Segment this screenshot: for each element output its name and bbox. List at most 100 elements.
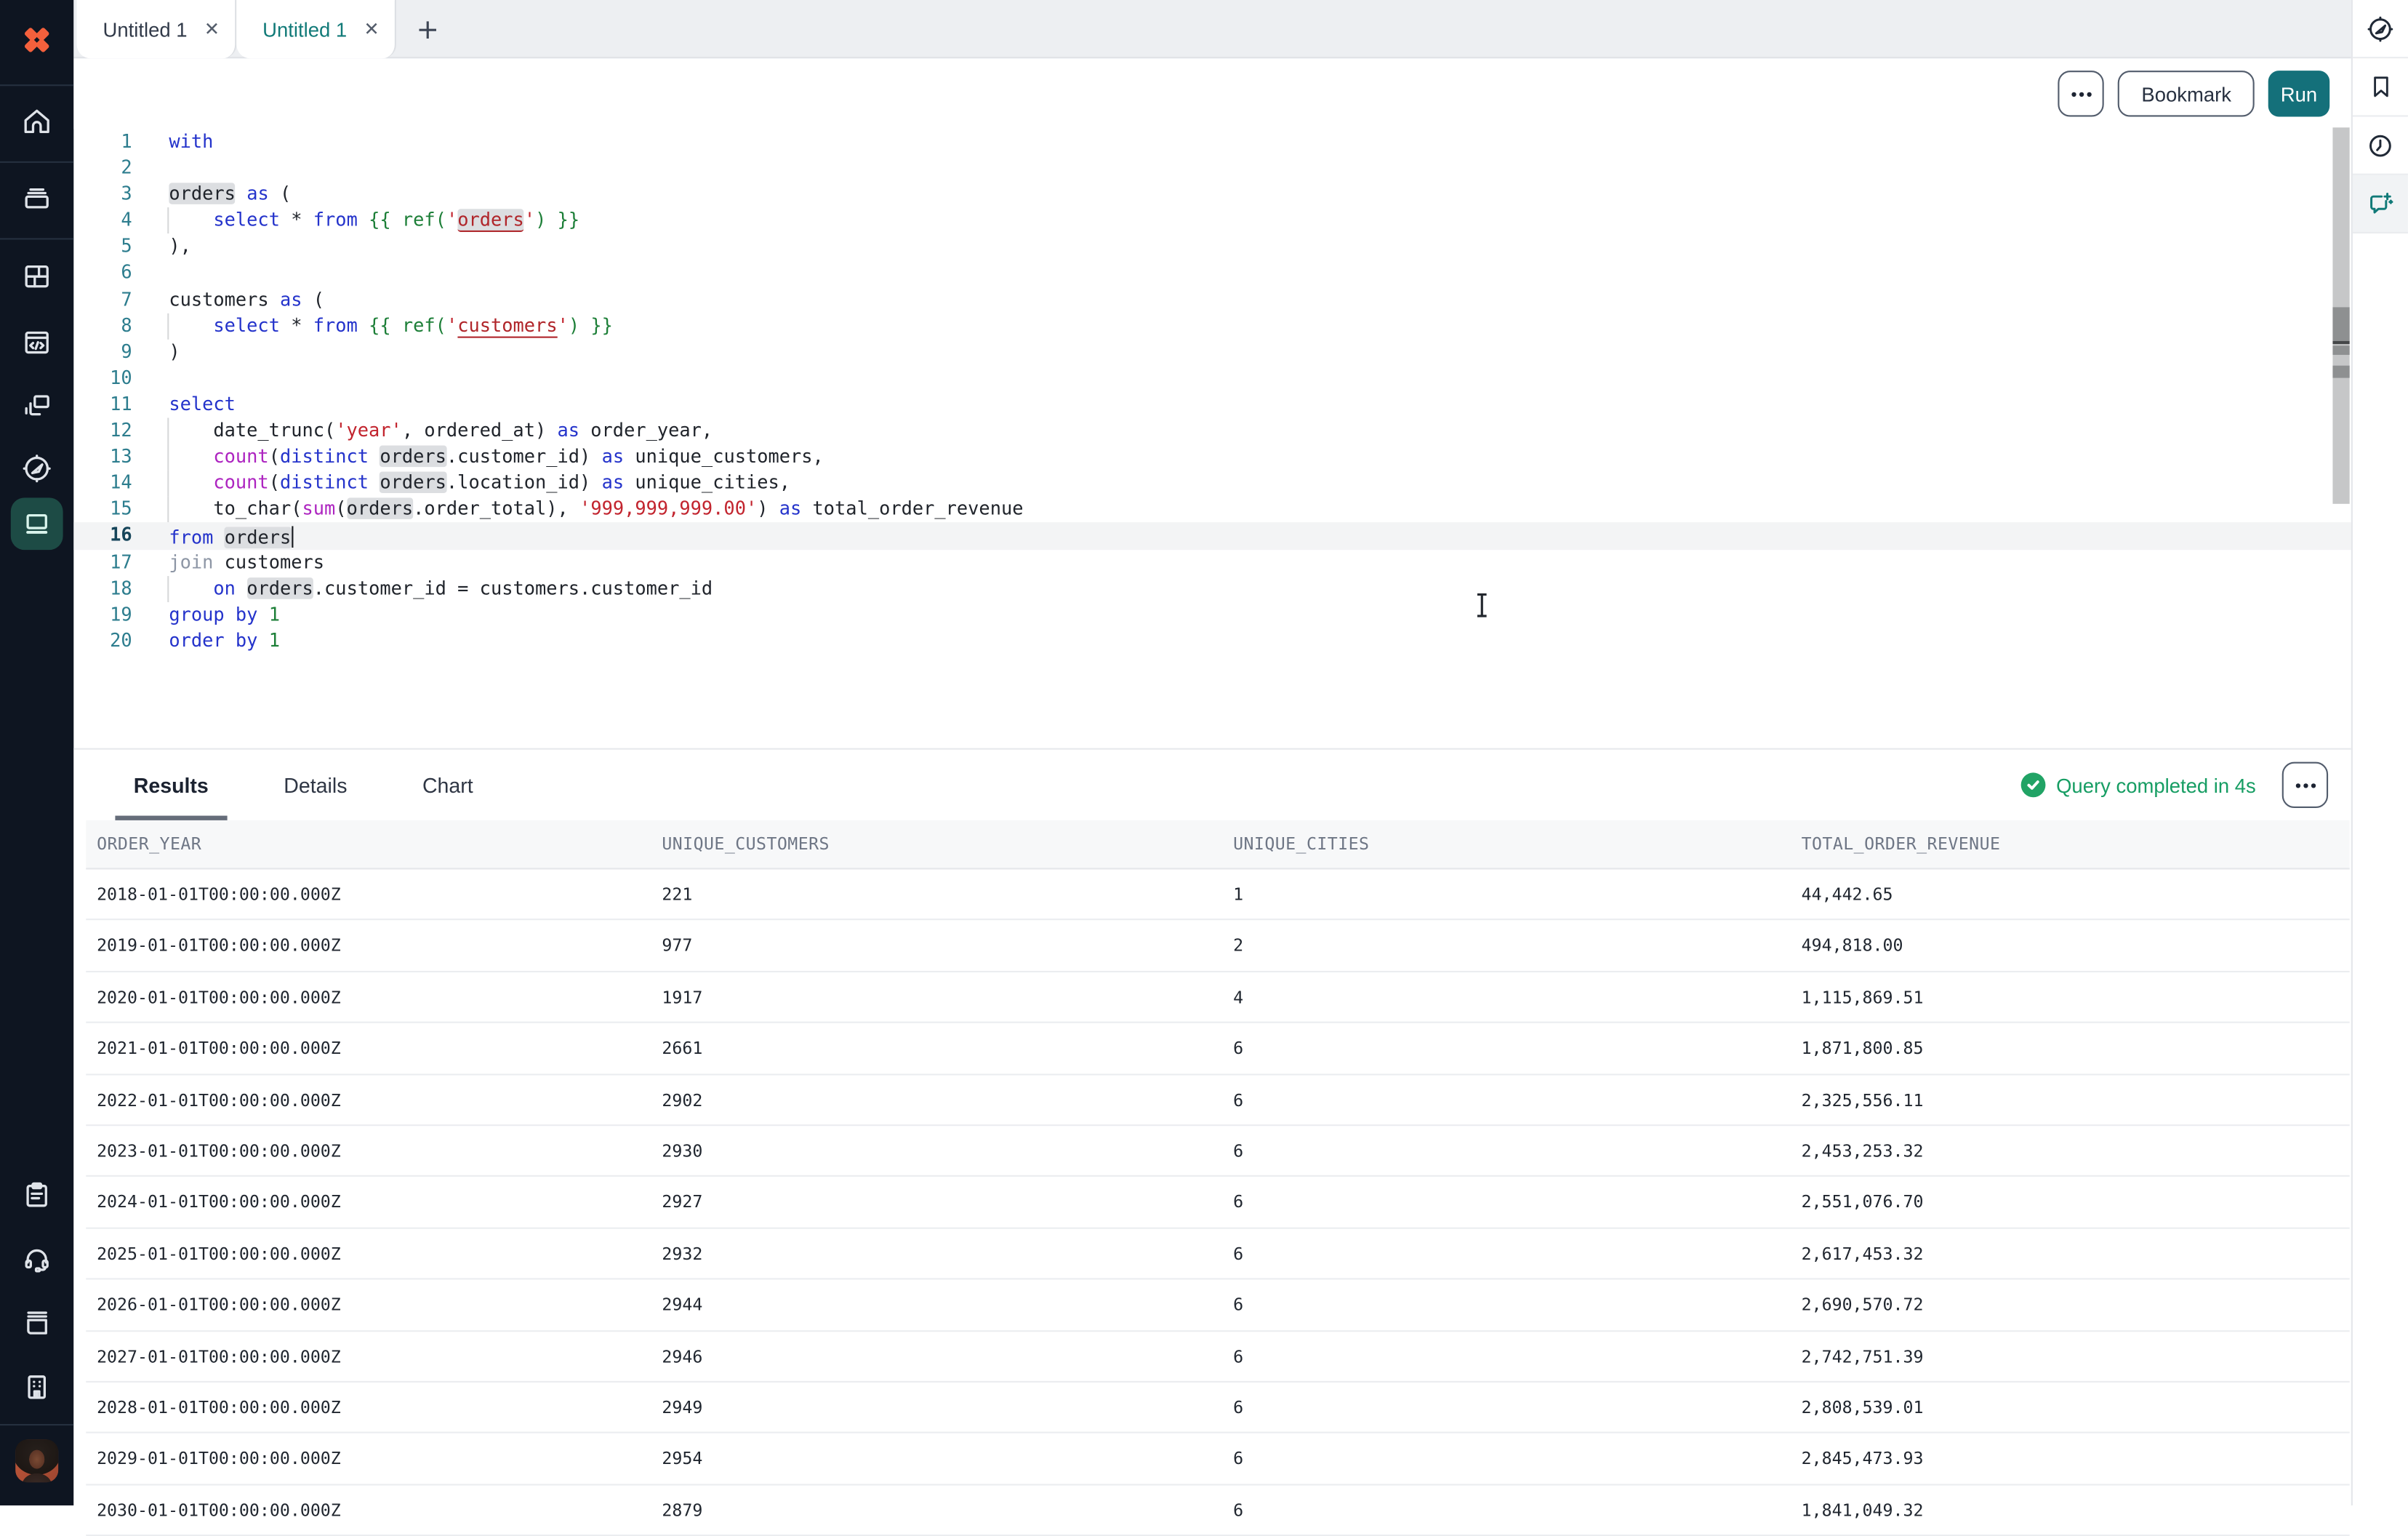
table-row[interactable]: 2024-01-01T00:00:00.000Z292762,551,076.7… — [86, 1177, 2349, 1229]
scrollbar-marker — [2332, 341, 2349, 344]
sidebar-item-collections[interactable] — [18, 178, 55, 215]
sidebar-item-screens[interactable] — [18, 387, 55, 424]
table-body: 2018-01-01T00:00:00.000Z221144,442.65201… — [73, 870, 2351, 1536]
sidebar-item-changelog[interactable] — [18, 1177, 55, 1214]
code-line-content: orders as ( — [169, 182, 291, 208]
table-row[interactable]: 2020-01-01T00:00:00.000Z191741,115,869.5… — [86, 972, 2349, 1024]
table-cell: 2029-01-01T00:00:00.000Z — [97, 1433, 662, 1483]
line-number: 19 — [73, 601, 132, 628]
sidebar-item-docs[interactable] — [18, 1304, 55, 1341]
column-header[interactable]: ORDER_YEAR — [97, 820, 662, 868]
table-cell: 6 — [1233, 1228, 1802, 1278]
code-line: 6 — [73, 260, 2351, 287]
line-number: 20 — [73, 628, 132, 654]
rail-item-ai-chat[interactable] — [2353, 175, 2408, 233]
sidebar-item-projects[interactable] — [18, 258, 55, 295]
rail-item-explore[interactable] — [2353, 0, 2408, 58]
table-row[interactable]: 2019-01-01T00:00:00.000Z9772494,818.00 — [86, 921, 2349, 972]
tab-label: Chart — [422, 773, 473, 796]
table-cell: 1,115,869.51 — [1802, 972, 2350, 1022]
code-line-content: select — [169, 391, 236, 417]
table-row[interactable]: 2018-01-01T00:00:00.000Z221144,442.65 — [86, 870, 2349, 921]
column-header[interactable]: TOTAL_ORDER_REVENUE — [1802, 820, 2350, 868]
column-header[interactable]: UNIQUE_CITIES — [1233, 820, 1802, 868]
tab-bar-filler — [452, 0, 2351, 58]
table-row[interactable]: 2025-01-01T00:00:00.000Z293262,617,453.3… — [86, 1228, 2349, 1280]
code-line-content: on orders.customer_id = customers.custom… — [169, 575, 713, 601]
line-number: 13 — [73, 444, 132, 471]
table-cell: 2027-01-01T00:00:00.000Z — [97, 1331, 662, 1380]
app-tab-bar: Untitled 1 ✕ Untitled 1 ✕ — [73, 0, 2351, 58]
run-label: Run — [2281, 82, 2317, 105]
plus-icon — [419, 19, 438, 39]
rail-item-bookmarks[interactable] — [2353, 58, 2408, 116]
bookmark-button[interactable]: Bookmark — [2119, 71, 2255, 116]
line-number: 17 — [73, 549, 132, 575]
table-cell: 2954 — [662, 1433, 1233, 1483]
line-number: 9 — [73, 339, 132, 365]
sidebar-item-support[interactable] — [18, 1241, 55, 1279]
sidebar-item-organization[interactable] — [18, 1369, 55, 1406]
tab-results[interactable]: Results — [124, 750, 217, 820]
table-cell: 6 — [1233, 1075, 1802, 1124]
table-row[interactable]: 2022-01-01T00:00:00.000Z290262,325,556.1… — [86, 1075, 2349, 1127]
cell-more-button[interactable] — [2058, 71, 2104, 116]
tab-label: Untitled 1 — [262, 17, 347, 41]
table-cell: 2030-01-01T00:00:00.000Z — [97, 1485, 662, 1535]
page-scrollbar-thumb[interactable] — [2332, 307, 2349, 340]
code-line-content: with — [169, 129, 213, 155]
new-tab-button[interactable] — [406, 0, 452, 58]
tab-details[interactable]: Details — [275, 750, 357, 820]
table-row[interactable]: 2030-01-01T00:00:00.000Z287961,841,049.3… — [86, 1485, 2349, 1536]
close-icon[interactable]: ✕ — [364, 20, 379, 38]
divider — [0, 161, 73, 163]
code-line-content: to_char(sum(orders.order_total), '999,99… — [169, 497, 1023, 523]
rail-item-history[interactable] — [2353, 117, 2408, 175]
line-number: 12 — [73, 418, 132, 444]
table-cell: 2,808,539.01 — [1802, 1383, 2350, 1432]
table-row[interactable]: 2027-01-01T00:00:00.000Z294662,742,751.3… — [86, 1331, 2349, 1383]
table-cell: 1,841,049.32 — [1802, 1485, 2350, 1535]
line-number: 18 — [73, 575, 132, 601]
close-icon[interactable]: ✕ — [204, 20, 220, 38]
tab-chart[interactable]: Chart — [413, 750, 482, 820]
table-header: ORDER_YEARUNIQUE_CUSTOMERSUNIQUE_CITIEST… — [86, 820, 2349, 870]
table-row[interactable]: 2023-01-01T00:00:00.000Z293062,453,253.3… — [86, 1126, 2349, 1177]
table-cell: 44,442.65 — [1802, 870, 2350, 919]
code-line-content: group by 1 — [169, 601, 280, 628]
table-cell: 2023-01-01T00:00:00.000Z — [97, 1126, 662, 1175]
hex-logo-icon[interactable] — [17, 20, 57, 60]
table-cell: 2944 — [662, 1280, 1233, 1329]
user-avatar[interactable] — [15, 1439, 58, 1482]
code-line-content: select * from {{ ref('customers') }} — [169, 313, 613, 339]
table-cell: 1,871,800.85 — [1802, 1023, 2350, 1073]
table-cell: 2927 — [662, 1177, 1233, 1227]
sql-editor[interactable]: 1with23orders as (4 select * from {{ ref… — [73, 129, 2351, 654]
code-line: 12 date_trunc('year', ordered_at) as ord… — [73, 418, 2351, 444]
sidebar-item-code[interactable] — [18, 324, 55, 361]
tab-untitled-2-active[interactable]: Untitled 1 ✕ — [236, 0, 396, 58]
table-row[interactable]: 2026-01-01T00:00:00.000Z294462,690,570.7… — [86, 1280, 2349, 1332]
run-button[interactable]: Run — [2268, 71, 2329, 116]
table-cell: 2022-01-01T00:00:00.000Z — [97, 1075, 662, 1124]
sidebar-item-home[interactable] — [18, 103, 55, 140]
code-line: 1with — [73, 129, 2351, 155]
results-tab-bar: Results Details Chart Query completed in… — [73, 750, 2351, 820]
sidebar-item-explore[interactable] — [18, 450, 55, 487]
table-row[interactable]: 2021-01-01T00:00:00.000Z266161,871,800.8… — [86, 1023, 2349, 1075]
tab-untitled-1[interactable]: Untitled 1 ✕ — [77, 0, 237, 58]
code-line-content: date_trunc('year', ordered_at) as order_… — [169, 418, 713, 444]
table-row[interactable]: 2028-01-01T00:00:00.000Z294962,808,539.0… — [86, 1383, 2349, 1434]
right-rail — [2351, 0, 2408, 1505]
code-line: 11select — [73, 391, 2351, 417]
table-cell: 2946 — [662, 1331, 1233, 1380]
code-line-content: ) — [169, 339, 180, 365]
sidebar-item-app-active[interactable] — [11, 497, 63, 550]
table-row[interactable]: 2029-01-01T00:00:00.000Z295462,845,473.9… — [86, 1433, 2349, 1485]
results-more-button[interactable] — [2282, 762, 2328, 808]
code-line: 20order by 1 — [73, 628, 2351, 654]
column-header[interactable]: UNIQUE_CUSTOMERS — [662, 820, 1233, 868]
table-cell: 6 — [1233, 1177, 1802, 1227]
line-number: 14 — [73, 471, 132, 497]
screen-icon — [20, 507, 53, 540]
